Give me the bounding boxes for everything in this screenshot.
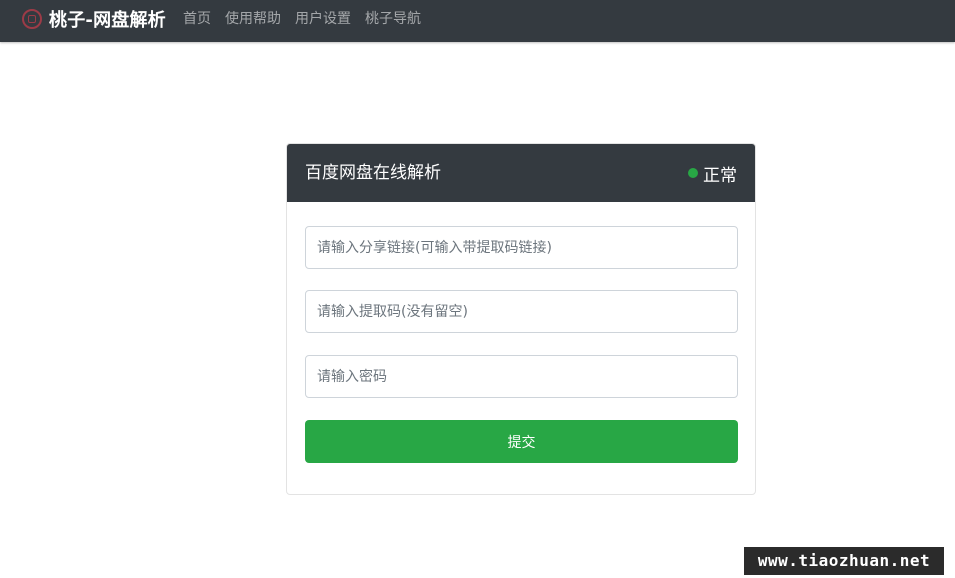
site-watermark: www.tiaozhuan.net bbox=[744, 547, 944, 575]
nav-link-home[interactable]: 首页 bbox=[183, 8, 211, 28]
status-label: 正常 bbox=[703, 165, 737, 186]
password-input[interactable] bbox=[305, 355, 738, 398]
nav-menu: 首页 使用帮助 用户设置 桃子导航 bbox=[183, 0, 435, 36]
nav-link-navigation[interactable]: 桃子导航 bbox=[365, 8, 421, 28]
nav-link-help[interactable]: 使用帮助 bbox=[225, 8, 281, 28]
submit-button[interactable]: 提交 bbox=[305, 420, 738, 463]
parse-form-card: 百度网盘在线解析 正常 提交 bbox=[286, 143, 756, 495]
peach-seal-icon bbox=[22, 9, 42, 29]
nav-link-user-settings[interactable]: 用户设置 bbox=[295, 8, 351, 28]
card-header: 百度网盘在线解析 正常 bbox=[287, 144, 755, 202]
share-link-input[interactable] bbox=[305, 226, 738, 269]
brand-title: 桃子-网盘解析 bbox=[49, 10, 166, 31]
card-title: 百度网盘在线解析 bbox=[305, 163, 441, 183]
top-navbar: 桃子-网盘解析 首页 使用帮助 用户设置 桃子导航 bbox=[0, 0, 955, 42]
status-indicator: 正常 bbox=[688, 144, 737, 202]
status-dot-icon bbox=[688, 168, 698, 178]
extract-code-input[interactable] bbox=[305, 290, 738, 333]
brand-link[interactable]: 桃子-网盘解析 bbox=[22, 0, 166, 38]
